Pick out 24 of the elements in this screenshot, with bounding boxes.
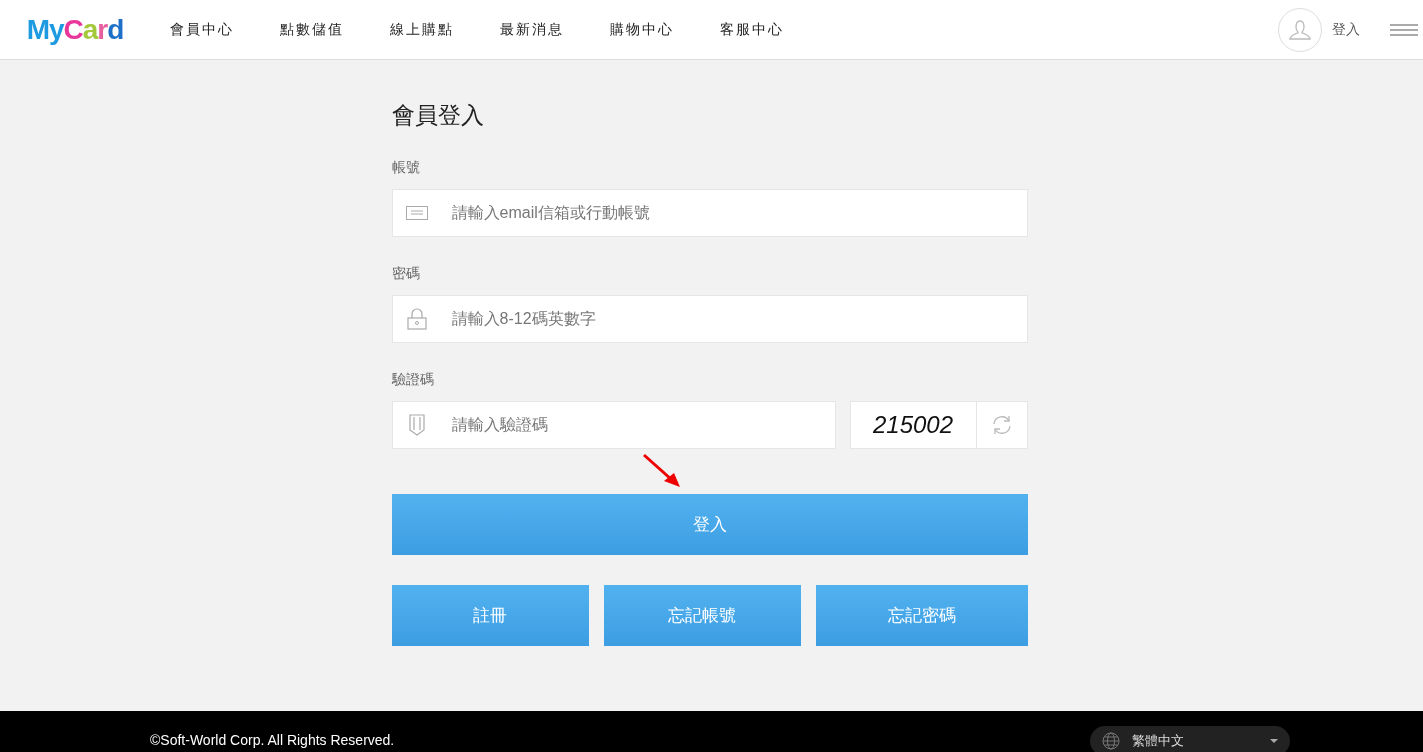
captcha-field[interactable]: 請輸入驗證碼 bbox=[391, 401, 836, 449]
captcha-code: 215002 bbox=[850, 402, 977, 448]
account-field[interactable]: 請輸入email信箱或行動帳號 bbox=[391, 189, 1028, 237]
field-label: 驗證碼 bbox=[391, 371, 435, 389]
refresh-icon[interactable] bbox=[990, 414, 1013, 436]
nav-link[interactable]: 線上購點 bbox=[390, 20, 454, 39]
password-field[interactable]: 請輸入8-12碼英數字 bbox=[391, 295, 1028, 343]
login-link[interactable]: 登入 bbox=[1332, 20, 1360, 39]
language-label: 繁體中文 bbox=[1132, 731, 1184, 750]
nav-link[interactable]: 客服中心 bbox=[720, 20, 784, 39]
nav-link[interactable]: 最新消息 bbox=[500, 20, 564, 39]
logo-link[interactable]: MyCard bbox=[0, 13, 170, 46]
nav-link[interactable]: 會員中心 bbox=[170, 20, 234, 39]
pointer-arrow-icon bbox=[641, 453, 682, 489]
language-selector[interactable]: 繁體中文 bbox=[1090, 725, 1290, 752]
form-title: 會員登入 bbox=[391, 101, 485, 130]
menu-icon[interactable] bbox=[1390, 22, 1418, 37]
copyright-text: ©Soft-World Corp. All Rights Reserved. bbox=[150, 731, 395, 748]
nav-link[interactable]: 點數儲值 bbox=[280, 20, 344, 39]
field-label: 密碼 bbox=[391, 265, 421, 283]
globe-icon bbox=[1102, 731, 1120, 750]
nav-link[interactable]: 購物中心 bbox=[610, 20, 674, 39]
caret-icon bbox=[1270, 738, 1278, 743]
field-label: 帳號 bbox=[391, 159, 421, 177]
